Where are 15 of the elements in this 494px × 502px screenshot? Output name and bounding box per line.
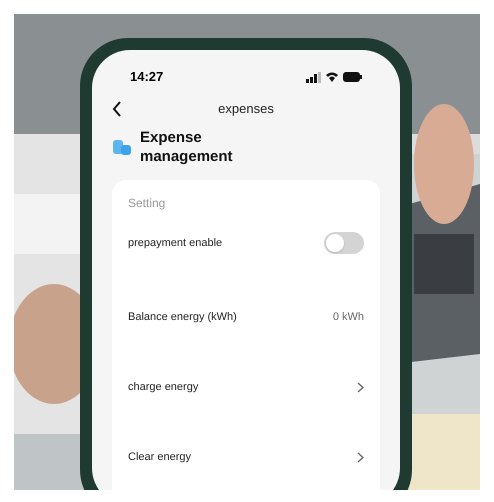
row-value: 0 kWh [332,310,364,325]
page-heading: Expense management [140,128,234,166]
section-label: Setting [128,195,166,212]
row-label: Balance energy (kWh) [128,310,237,325]
row-label: prepayment enable [128,236,222,251]
coins-icon [112,137,132,157]
status-icons [306,71,362,83]
screen-title: expenses [218,100,274,118]
row-label: Clear energy [128,450,191,465]
back-icon[interactable] [112,101,122,117]
chevron-icon[interactable] [357,452,364,462]
chevron-icon[interactable] [357,382,364,392]
row-label: charge energy [128,380,198,395]
toggle-switch[interactable] [324,232,364,254]
status-time: 14:27 [130,68,164,86]
